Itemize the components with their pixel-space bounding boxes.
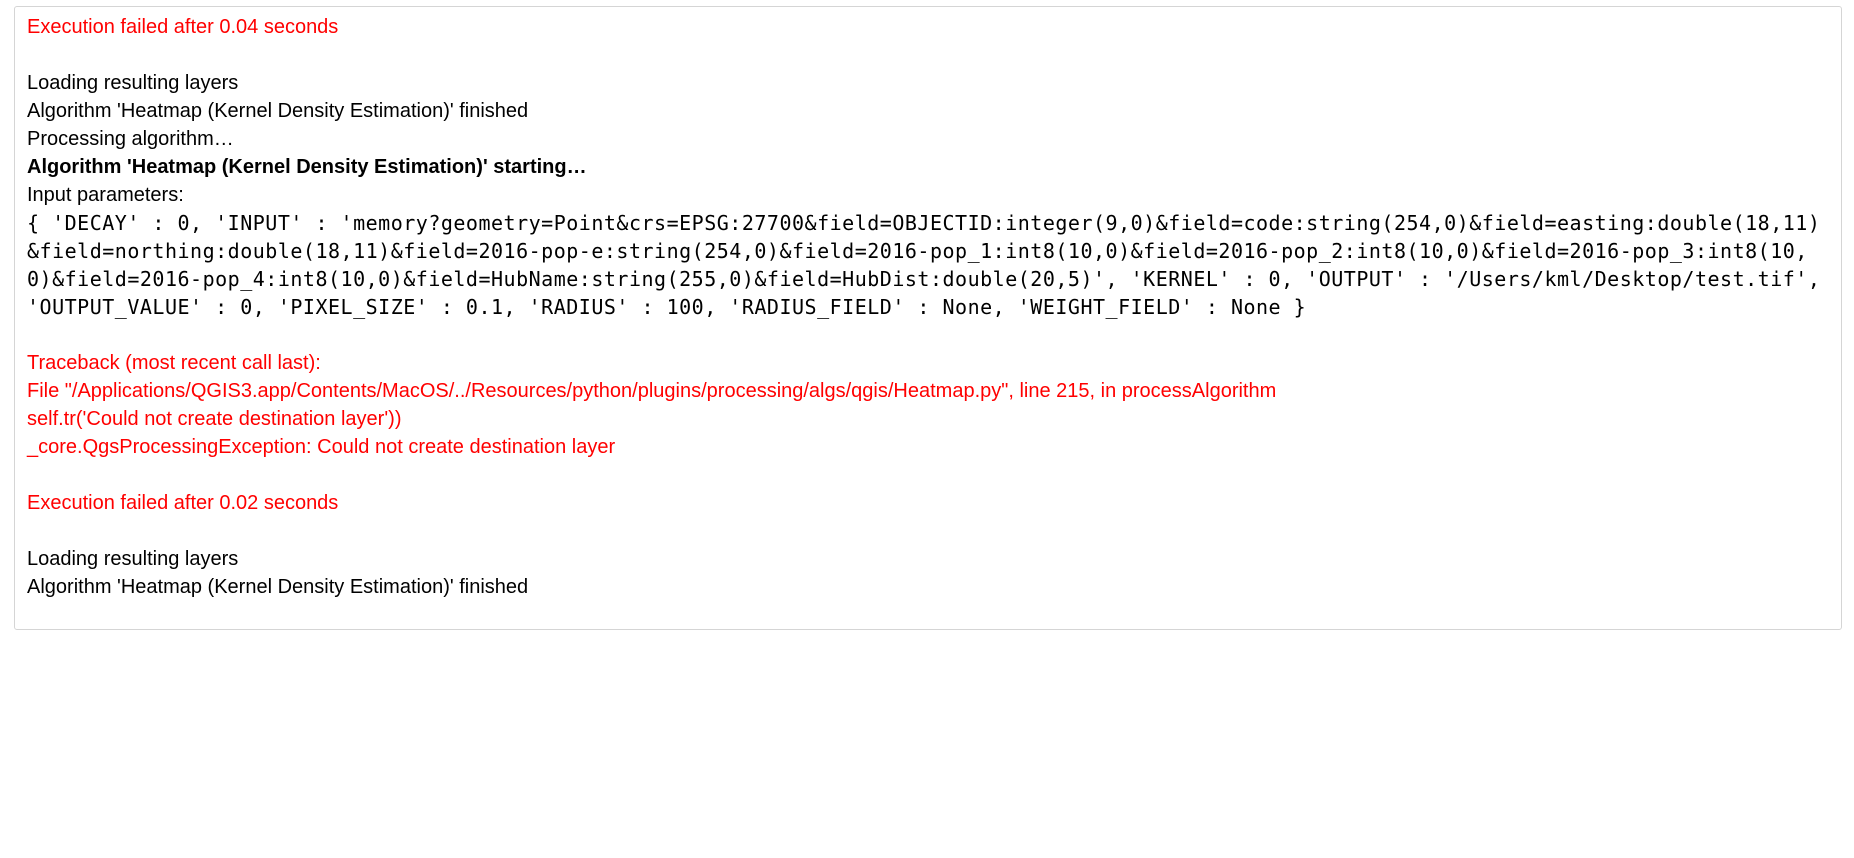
log-traceback-file: File "/Applications/QGIS3.app/Contents/M… — [27, 377, 1829, 405]
log-traceback-line: self.tr('Could not create destination la… — [27, 405, 1829, 433]
log-processing-algorithm: Processing algorithm… — [27, 125, 1829, 153]
log-blank-line — [27, 321, 1829, 349]
log-execution-failed: Execution failed after 0.02 seconds — [27, 489, 1829, 517]
log-traceback-exception: _core.QgsProcessingException: Could not … — [27, 433, 1829, 461]
log-blank-line — [27, 517, 1829, 545]
log-traceback-header: Traceback (most recent call last): — [27, 349, 1829, 377]
log-input-parameters-label: Input parameters: — [27, 181, 1829, 209]
log-execution-failed: Execution failed after 0.04 seconds — [27, 13, 1829, 41]
log-loading-layers: Loading resulting layers — [27, 69, 1829, 97]
log-blank-line — [27, 41, 1829, 69]
window-content: Execution failed after 0.04 seconds Load… — [0, 0, 1854, 636]
log-algorithm-finished: Algorithm 'Heatmap (Kernel Density Estim… — [27, 97, 1829, 125]
log-blank-line — [27, 461, 1829, 489]
log-panel[interactable]: Execution failed after 0.04 seconds Load… — [14, 6, 1842, 630]
log-input-parameters: { 'DECAY' : 0, 'INPUT' : 'memory?geometr… — [27, 209, 1829, 321]
log-loading-layers: Loading resulting layers — [27, 545, 1829, 573]
log-algorithm-finished: Algorithm 'Heatmap (Kernel Density Estim… — [27, 573, 1829, 601]
log-algorithm-starting: Algorithm 'Heatmap (Kernel Density Estim… — [27, 153, 1829, 181]
